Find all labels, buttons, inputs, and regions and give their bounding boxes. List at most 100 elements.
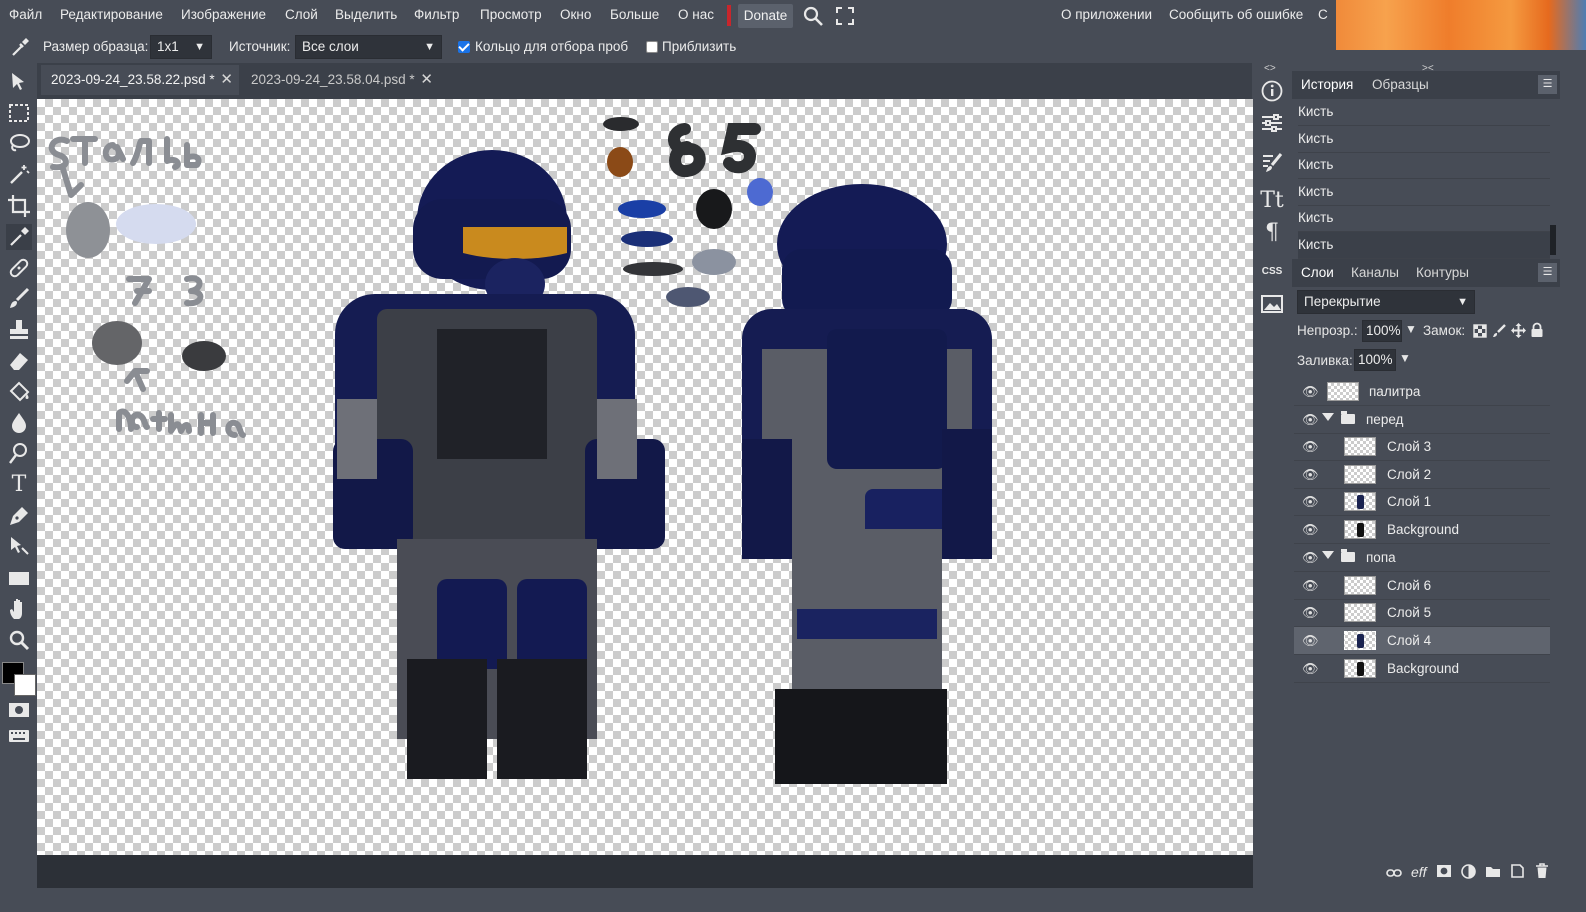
eye-icon[interactable]: 👁 <box>1302 439 1319 454</box>
eye-icon[interactable]: 👁 <box>1302 494 1319 509</box>
layer-row-selected[interactable]: 👁 Слой 4 <box>1294 627 1550 655</box>
eye-icon[interactable]: 👁 <box>1302 412 1319 427</box>
eye-icon[interactable]: 👁 <box>1302 384 1319 399</box>
keyboard-icon[interactable] <box>6 723 32 749</box>
history-item[interactable]: Кисть <box>1298 152 1550 179</box>
eye-icon[interactable]: 👁 <box>1302 605 1319 620</box>
menu-file[interactable]: Файл <box>9 7 42 22</box>
menu-more-right[interactable]: С <box>1318 7 1328 22</box>
layer-row[interactable]: 👁 Слой 1 <box>1294 488 1550 516</box>
chevron-down-icon[interactable] <box>1322 413 1334 421</box>
layer-folder-row[interactable]: 👁 перед <box>1294 406 1550 434</box>
menu-select[interactable]: Выделить <box>335 7 397 22</box>
lock-pixels-icon[interactable] <box>1492 324 1506 338</box>
layer-row[interactable]: 👁 Слой 5 <box>1294 599 1550 627</box>
eye-icon[interactable]: 👁 <box>1302 522 1319 537</box>
quick-mask-icon[interactable] <box>6 697 32 723</box>
fullscreen-icon[interactable] <box>835 6 855 26</box>
menu-icon[interactable]: ☰ <box>1538 75 1557 94</box>
fill-dropdown-icon[interactable]: ▼ <box>1399 351 1411 365</box>
collapse-icon[interactable]: <> <box>1264 63 1276 74</box>
new-folder-icon[interactable] <box>1485 864 1501 881</box>
marquee-icon[interactable] <box>6 100 32 126</box>
dodge-icon[interactable] <box>6 441 32 467</box>
layer-row[interactable]: 👁 палитра <box>1294 378 1550 406</box>
css-icon[interactable]: CSS <box>1259 259 1285 285</box>
lock-transparency-icon[interactable] <box>1473 324 1487 338</box>
adjustments-icon[interactable] <box>1259 110 1285 136</box>
crop-icon[interactable] <box>6 193 32 219</box>
history-item[interactable]: Кисть <box>1298 126 1550 153</box>
lasso-icon[interactable] <box>6 131 32 157</box>
menu-window[interactable]: Окно <box>560 7 591 22</box>
layer-folder-row[interactable]: 👁 попа <box>1294 544 1550 572</box>
move-icon[interactable] <box>6 69 32 95</box>
history-item[interactable]: Кисть <box>1298 232 1550 259</box>
fill-input[interactable]: 100% <box>1354 349 1396 371</box>
chevron-down-icon[interactable] <box>1322 551 1334 559</box>
eye-icon[interactable]: 👁 <box>1302 633 1319 648</box>
opacity-input[interactable]: 100% <box>1362 320 1402 342</box>
new-layer-icon[interactable] <box>1510 863 1525 882</box>
zoom-icon[interactable] <box>6 627 32 653</box>
eye-icon[interactable]: 👁 <box>1302 550 1319 565</box>
source-select[interactable]: Все слои ▼ <box>295 35 442 59</box>
layer-row[interactable]: 👁 Слой 2 <box>1294 461 1550 489</box>
eye-icon[interactable]: 👁 <box>1302 661 1319 676</box>
mask-icon[interactable] <box>1436 864 1452 881</box>
history-item[interactable]: Кисть <box>1298 179 1550 206</box>
adjustment-layer-icon[interactable] <box>1461 864 1476 882</box>
healing-icon[interactable] <box>6 255 32 281</box>
opacity-dropdown-icon[interactable]: ▼ <box>1405 322 1417 336</box>
fill-icon[interactable] <box>6 379 32 405</box>
lock-all-icon[interactable] <box>1530 322 1544 338</box>
sample-ring-checkbox[interactable] <box>458 41 470 53</box>
menu-image[interactable]: Изображение <box>181 7 266 22</box>
close-icon[interactable]: ✕ <box>220 65 233 95</box>
tab-document-1[interactable]: 2023-09-24_23.58.22.psd * ✕ <box>41 65 239 95</box>
eraser-icon[interactable] <box>6 348 32 374</box>
tab-channels[interactable]: Каналы <box>1351 265 1399 280</box>
sample-size-select[interactable]: 1x1 ▼ <box>150 35 212 59</box>
magic-wand-icon[interactable] <box>6 162 32 188</box>
brush-icon[interactable] <box>6 286 32 312</box>
history-item[interactable]: Кисть <box>1298 205 1550 232</box>
history-item[interactable]: Кисть <box>1298 99 1550 126</box>
layer-row[interactable]: 👁 Background <box>1294 516 1550 544</box>
menu-view[interactable]: Просмотр <box>480 7 542 22</box>
layer-row[interactable]: 👁 Слой 3 <box>1294 433 1550 461</box>
text-icon[interactable]: T <box>6 472 32 498</box>
menu-filter[interactable]: Фильтр <box>414 7 459 22</box>
eye-icon[interactable]: 👁 <box>1302 578 1319 593</box>
tab-document-2[interactable]: 2023-09-24_23.58.04.psd * ✕ <box>241 65 439 95</box>
paragraph-icon[interactable]: ¶ <box>1259 220 1285 246</box>
pen-icon[interactable] <box>6 503 32 529</box>
delete-icon[interactable] <box>1535 863 1549 882</box>
info-icon[interactable] <box>1259 78 1285 104</box>
menu-report-bug[interactable]: Сообщить об ошибке <box>1169 7 1303 22</box>
layer-row[interactable]: 👁 Слой 6 <box>1294 572 1550 600</box>
hand-icon[interactable] <box>6 596 32 622</box>
eyedropper-tool-icon[interactable] <box>6 224 32 250</box>
zoom-checkbox[interactable] <box>646 41 658 53</box>
tab-layers[interactable]: Слои <box>1301 265 1334 280</box>
menu-about-app[interactable]: О приложении <box>1061 7 1152 22</box>
menu-about[interactable]: О нас <box>678 7 714 22</box>
lock-position-icon[interactable] <box>1511 323 1526 338</box>
blend-mode-select[interactable]: Перекрытие ▼ <box>1297 290 1475 314</box>
tab-paths[interactable]: Контуры <box>1416 265 1469 280</box>
tab-swatches[interactable]: Образцы <box>1372 77 1429 92</box>
layer-row[interactable]: 👁 Background <box>1294 655 1550 683</box>
menu-layer[interactable]: Слой <box>285 7 318 22</box>
background-color-swatch[interactable] <box>14 674 36 696</box>
image-icon[interactable] <box>1259 291 1285 317</box>
path-select-icon[interactable] <box>6 534 32 560</box>
effects-icon[interactable]: eff <box>1411 864 1427 880</box>
history-scrollbar[interactable] <box>1550 225 1556 255</box>
eye-icon[interactable]: 👁 <box>1302 467 1319 482</box>
character-icon[interactable]: Tt <box>1259 188 1285 214</box>
link-icon[interactable] <box>1386 866 1402 882</box>
search-icon[interactable] <box>802 5 824 27</box>
donate-button[interactable]: Donate <box>738 4 793 28</box>
close-icon[interactable]: ✕ <box>420 65 433 95</box>
